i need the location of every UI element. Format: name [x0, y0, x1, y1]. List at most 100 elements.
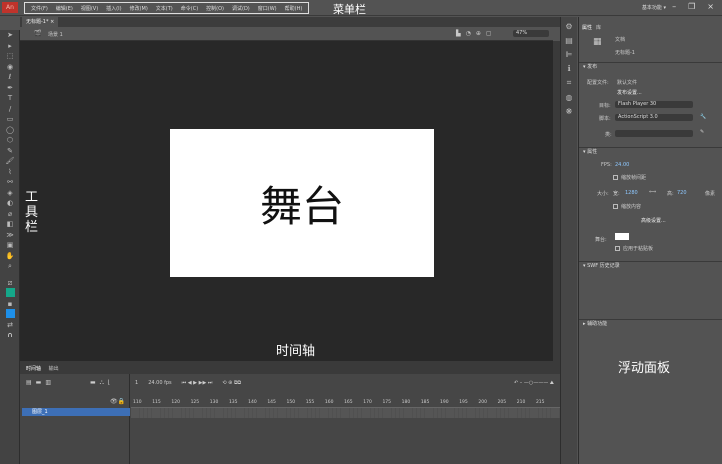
camera-icon[interactable]: ▣ [0, 240, 20, 251]
eye-lock-icons[interactable]: 👁🔒 [110, 398, 125, 405]
menu-edit[interactable]: 编辑(E) [52, 5, 77, 12]
color-icon[interactable]: ◍ [561, 93, 577, 102]
stage-color-swatch[interactable] [615, 233, 629, 240]
free-transform-icon[interactable]: ⬚ [0, 51, 20, 62]
close-icon[interactable]: × [707, 2, 714, 11]
tab-library[interactable]: 库 [596, 24, 601, 31]
profile-value[interactable]: 默认文件 [617, 79, 637, 86]
vertical-scrollbar[interactable] [553, 41, 560, 361]
menu-control[interactable]: 控制(O) [202, 5, 228, 12]
fill-color-swatch[interactable] [0, 288, 20, 299]
menu-file[interactable]: 文件(F) [27, 5, 52, 12]
class-input[interactable] [615, 130, 693, 137]
menu-window[interactable]: 窗口(W) [254, 5, 281, 12]
timeline-fps[interactable]: 24.00 fps [148, 380, 171, 386]
menu-commands[interactable]: 命令(C) [177, 5, 202, 12]
frame-ruler[interactable]: 110 115 120 125 130 135 140 145 150 155 160 165 170 1… [131, 396, 560, 408]
brush-icon[interactable]: 🖌 [0, 156, 20, 167]
scale-content-label: 缩放内容 [621, 204, 642, 210]
playback-icons[interactable]: ⏮ ◀ ▶ ▶▶ ⏭ [182, 380, 213, 386]
zoom-icon[interactable]: ⌕ [0, 261, 20, 272]
scale-spans-checkbox[interactable]: 缩放帧间距 [613, 174, 646, 181]
tab-output[interactable]: 输出 [49, 366, 59, 372]
tab-timeline[interactable]: 时间轴 [26, 366, 41, 372]
fill-color-blue[interactable] [0, 309, 20, 320]
menu-modify[interactable]: 修改(M) [126, 5, 152, 12]
width-tool-icon[interactable]: ≫ [0, 230, 20, 241]
menu-text[interactable]: 文本(T) [152, 5, 177, 12]
menu-insert[interactable]: 插入(I) [102, 5, 125, 12]
text-tool-icon[interactable]: T [0, 93, 20, 104]
minimize-icon[interactable]: – [672, 2, 676, 11]
height-value[interactable]: 720 [677, 190, 687, 196]
publish-settings-button[interactable]: 发布设置... [617, 89, 642, 96]
subselection-tool-icon[interactable]: ▸ [0, 41, 20, 52]
target-select[interactable]: Flash Player 30 [615, 101, 693, 108]
pencil-icon[interactable]: ✎ [0, 146, 20, 157]
transform-icon[interactable]: ⌗ [561, 78, 577, 88]
link-icon[interactable]: ⟺ [649, 189, 656, 195]
menu-help[interactable]: 帮助(H) [281, 5, 307, 12]
publish-section[interactable]: ▾ 发布 [579, 62, 722, 71]
frame-grid[interactable] [131, 408, 560, 418]
script-select[interactable]: ActionScript 3.0 [615, 114, 693, 121]
tab-properties[interactable]: 属性 [582, 24, 592, 31]
eyedropper-icon[interactable]: ⌀ [0, 209, 20, 220]
apply-paste-label: 应用于粘贴板 [623, 246, 654, 252]
zoom-select[interactable]: 47% [513, 30, 549, 37]
annotation-toolbar: 工 具 栏 [25, 190, 39, 235]
pen-icon[interactable]: ✒ [0, 83, 20, 94]
eraser-icon[interactable]: ◧ [0, 219, 20, 230]
annotation-timeline: 时间轴 [276, 344, 316, 359]
rectangle-tool-icon[interactable]: ▭ [0, 114, 20, 125]
properties-icon[interactable]: ⚙ [561, 22, 577, 31]
advanced-settings-button[interactable]: 高级设置... [641, 217, 666, 224]
wrench-icon[interactable]: 🔧 [700, 114, 706, 120]
properties-section[interactable]: ▾ 属性 [579, 147, 722, 156]
menu-debug[interactable]: 调试(D) [228, 5, 254, 12]
bone-icon[interactable]: ⚯ [0, 177, 20, 188]
ruler-tick: 125 [190, 400, 200, 405]
width-value[interactable]: 1280 [625, 190, 638, 196]
loop-icon[interactable]: ⟲ ⊕ ⧉⧉ [222, 380, 241, 386]
ruler-tick: 210 [516, 400, 526, 405]
document-tab[interactable]: 无标题-1* × [22, 17, 59, 27]
layer-row[interactable]: 图层_1 [22, 408, 130, 416]
scale-content-checkbox[interactable]: 缩放内容 [613, 203, 641, 210]
polystar-icon[interactable]: ⬡ [0, 135, 20, 146]
swap-colors-icon[interactable]: ⇄ [0, 320, 20, 331]
layer-tools-icons[interactable]: ▤▬▥ [26, 379, 55, 386]
3d-rotation-icon[interactable]: ◉ [0, 62, 20, 73]
fps-value[interactable]: 24.00 [615, 162, 629, 168]
stroke-color-icon[interactable]: ⧄ [0, 278, 20, 289]
paint-bucket-icon[interactable]: ◈ [0, 188, 20, 199]
black-white-icon[interactable]: ▪ [0, 299, 20, 310]
selection-tool-icon[interactable]: ➤ [0, 30, 20, 41]
swf-history-section[interactable]: ▾ SWF 历史记录 [579, 261, 722, 270]
timeline-zoom-slider[interactable]: ↶ – —○——— ⛰ [514, 380, 554, 386]
camera-parent-icons[interactable]: ▬⛬⌊ [90, 379, 114, 387]
hand-icon[interactable]: ✋ [0, 251, 20, 262]
restore-icon[interactable]: ❐ [688, 2, 695, 11]
ink-bottle-icon[interactable]: ◐ [0, 198, 20, 209]
stage-view-icons[interactable]: ▙◔⊕▢ [456, 30, 497, 37]
line-tool-icon[interactable]: / [0, 104, 20, 115]
current-frame[interactable]: 1 [135, 380, 138, 386]
paint-brush-icon[interactable]: ⌇ [0, 167, 20, 178]
pencil-edit-icon[interactable]: ✎ [700, 129, 704, 135]
align-icon[interactable]: ⊫ [561, 50, 577, 59]
lasso-icon[interactable]: ℓ [0, 72, 20, 83]
info-icon[interactable]: ℹ [561, 64, 577, 73]
stage[interactable]: 舞台 [170, 129, 434, 277]
library-icon[interactable]: ▤ [561, 36, 577, 45]
ruler-tick: 170 [363, 400, 372, 405]
snap-magnet-icon[interactable]: ∩ [0, 330, 20, 341]
scene-name[interactable]: 场景 1 [48, 31, 63, 38]
menu-view[interactable]: 视图(V) [77, 5, 102, 12]
apply-paste-checkbox[interactable]: 应用于粘贴板 [615, 245, 653, 252]
timeline-tabs: 时间轴 输出 [20, 365, 560, 374]
oval-tool-icon[interactable]: ◯ [0, 125, 20, 136]
motion-presets-icon[interactable]: ❋ [561, 107, 577, 116]
accessibility-section[interactable]: ▸ 辅助功能 [579, 319, 722, 328]
workspace-switcher[interactable]: 基本功能 ▾ [642, 4, 666, 11]
